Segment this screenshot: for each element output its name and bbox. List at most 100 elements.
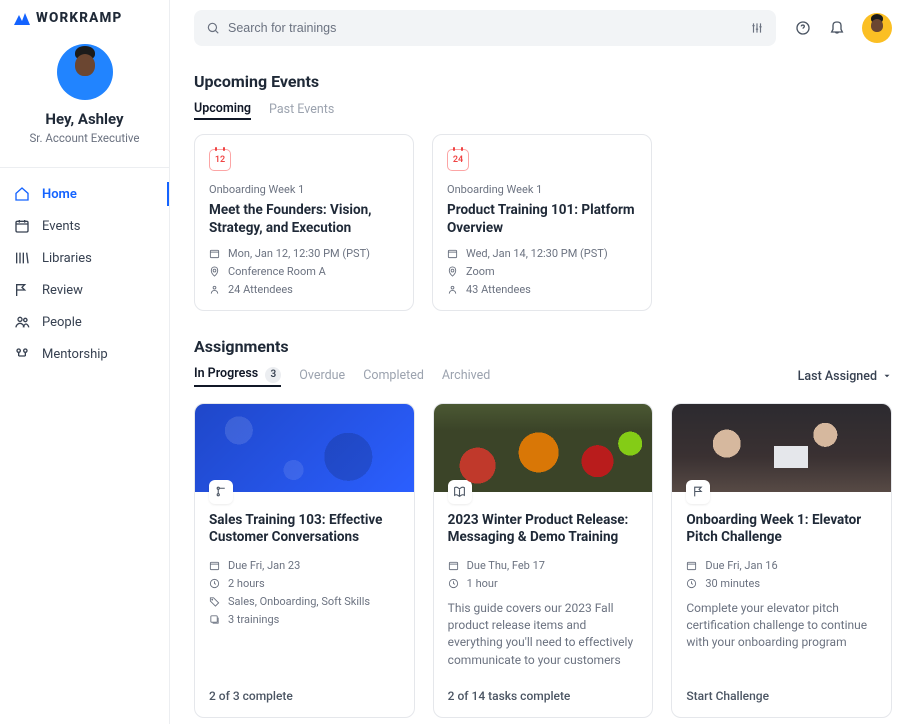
- event-location-text: Conference Room A: [228, 265, 326, 278]
- user-role: Sr. Account Executive: [29, 131, 139, 145]
- chevron-down-icon: [882, 371, 892, 381]
- tab-overdue[interactable]: Overdue: [299, 368, 345, 385]
- assignments-section: Assignments In Progress 3 Overdue Comple…: [194, 337, 892, 718]
- event-attendees: 43 Attendees: [447, 283, 637, 296]
- topbar: [194, 10, 892, 46]
- assignment-title: 2023 Winter Product Release: Messaging &…: [448, 512, 639, 547]
- event-card[interactable]: 24 Onboarding Week 1 Product Training 10…: [432, 134, 652, 311]
- calendar-small-icon: [448, 560, 459, 571]
- search-icon: [206, 21, 220, 35]
- calendar-small-icon: [447, 248, 458, 259]
- topbar-actions: [794, 13, 892, 43]
- assignment-card[interactable]: 2023 Winter Product Release: Messaging &…: [433, 403, 654, 719]
- tab-in-progress[interactable]: In Progress 3: [194, 366, 281, 387]
- profile-block: Hey, Ashley Sr. Account Executive: [0, 40, 169, 163]
- upcoming-events-section: Upcoming Events Upcoming Past Events 12 …: [194, 72, 892, 311]
- clock-icon: [448, 578, 459, 589]
- primary-nav: Home Events Libraries Review People Ment…: [0, 174, 169, 374]
- main-content: Upcoming Events Upcoming Past Events 12 …: [170, 0, 916, 724]
- filter-icon[interactable]: [750, 21, 764, 35]
- event-location: Zoom: [447, 265, 637, 278]
- event-attendees: 24 Attendees: [209, 283, 399, 296]
- workramp-logo-icon: [14, 11, 30, 25]
- nav-review-label: Review: [42, 283, 83, 298]
- assignment-footer[interactable]: Start Challenge: [672, 679, 891, 717]
- tab-past-events[interactable]: Past Events: [269, 102, 334, 119]
- event-location-text: Zoom: [466, 265, 495, 278]
- assignment-duration: 30 minutes: [686, 577, 877, 590]
- assignments-row: Sales Training 103: Effective Customer C…: [194, 403, 892, 719]
- calendar-small-icon: [209, 248, 220, 259]
- card-thumbnail: [195, 404, 414, 492]
- event-time-text: Wed, Jan 14, 12:30 PM (PST): [466, 247, 608, 260]
- nav-mentorship-label: Mentorship: [42, 347, 108, 362]
- event-label: Onboarding Week 1: [209, 183, 399, 196]
- assignment-due: Due Fri, Jan 23: [209, 559, 400, 572]
- nav-libraries[interactable]: Libraries: [0, 242, 169, 274]
- card-thumbnail: [434, 404, 653, 492]
- assignment-card[interactable]: Sales Training 103: Effective Customer C…: [194, 403, 415, 719]
- assignments-tabs: In Progress 3 Overdue Completed Archived…: [194, 366, 892, 387]
- nav-people[interactable]: People: [0, 306, 169, 338]
- assignment-duration: 2 hours: [209, 577, 400, 590]
- location-icon: [447, 266, 458, 277]
- assignment-tags: Sales, Onboarding, Soft Skills: [209, 595, 400, 608]
- assignment-due: Due Thu, Feb 17: [448, 559, 639, 572]
- person-icon: [447, 284, 458, 295]
- assignment-tags-text: Sales, Onboarding, Soft Skills: [228, 595, 370, 608]
- sidebar: WORKRAMP Hey, Ashley Sr. Account Executi…: [0, 0, 170, 724]
- event-time: Mon, Jan 12, 12:30 PM (PST): [209, 247, 399, 260]
- assignment-subcount: 3 trainings: [209, 613, 400, 626]
- assignment-duration-text: 1 hour: [467, 577, 498, 590]
- clock-icon: [209, 578, 220, 589]
- guide-icon: [448, 480, 472, 504]
- event-attendees-text: 43 Attendees: [466, 283, 531, 296]
- flag-icon: [14, 282, 30, 298]
- person-icon: [209, 284, 220, 295]
- bell-icon: [829, 20, 845, 36]
- search-bar[interactable]: [194, 10, 776, 46]
- assignment-subcount-text: 3 trainings: [228, 613, 279, 626]
- home-icon: [14, 186, 30, 202]
- event-title: Meet the Founders: Vision, Strategy, and…: [209, 202, 399, 237]
- brand-logo[interactable]: WORKRAMP: [0, 8, 169, 40]
- notifications-button[interactable]: [828, 19, 846, 37]
- assignment-footer: 2 of 14 tasks complete: [434, 679, 653, 717]
- nav-events[interactable]: Events: [0, 210, 169, 242]
- assignment-due-text: Due Fri, Jan 23: [228, 559, 300, 572]
- tab-completed[interactable]: Completed: [363, 368, 424, 385]
- sort-dropdown[interactable]: Last Assigned: [798, 369, 892, 384]
- calendar-small-icon: [209, 560, 220, 571]
- event-location: Conference Room A: [209, 265, 399, 278]
- events-row: 12 Onboarding Week 1 Meet the Founders: …: [194, 134, 892, 311]
- tab-upcoming[interactable]: Upcoming: [194, 101, 251, 120]
- nav-home[interactable]: Home: [0, 178, 169, 210]
- assignment-duration-text: 2 hours: [228, 577, 265, 590]
- event-date-badge: 12: [209, 149, 231, 171]
- event-attendees-text: 24 Attendees: [228, 283, 293, 296]
- assignment-card[interactable]: Onboarding Week 1: Elevator Pitch Challe…: [671, 403, 892, 719]
- event-date-badge: 24: [447, 149, 469, 171]
- assignment-due-text: Due Thu, Feb 17: [467, 559, 545, 572]
- help-button[interactable]: [794, 19, 812, 37]
- topbar-avatar[interactable]: [862, 13, 892, 43]
- event-title: Product Training 101: Platform Overview: [447, 202, 637, 237]
- tab-in-progress-label: In Progress: [194, 366, 258, 381]
- help-icon: [795, 20, 811, 36]
- event-card[interactable]: 12 Onboarding Week 1 Meet the Founders: …: [194, 134, 414, 311]
- user-avatar[interactable]: [57, 44, 113, 100]
- nav-home-label: Home: [42, 187, 77, 202]
- people-icon: [14, 314, 30, 330]
- clock-icon: [686, 578, 697, 589]
- nav-libraries-label: Libraries: [42, 251, 92, 266]
- tag-icon: [209, 596, 220, 607]
- event-time: Wed, Jan 14, 12:30 PM (PST): [447, 247, 637, 260]
- search-input[interactable]: [228, 21, 750, 35]
- assignments-heading: Assignments: [194, 337, 892, 356]
- nav-mentorship[interactable]: Mentorship: [0, 338, 169, 370]
- tab-archived[interactable]: Archived: [442, 368, 490, 385]
- sort-label: Last Assigned: [798, 369, 877, 384]
- assignment-title: Sales Training 103: Effective Customer C…: [209, 512, 400, 547]
- nav-review[interactable]: Review: [0, 274, 169, 306]
- nav-people-label: People: [42, 315, 82, 330]
